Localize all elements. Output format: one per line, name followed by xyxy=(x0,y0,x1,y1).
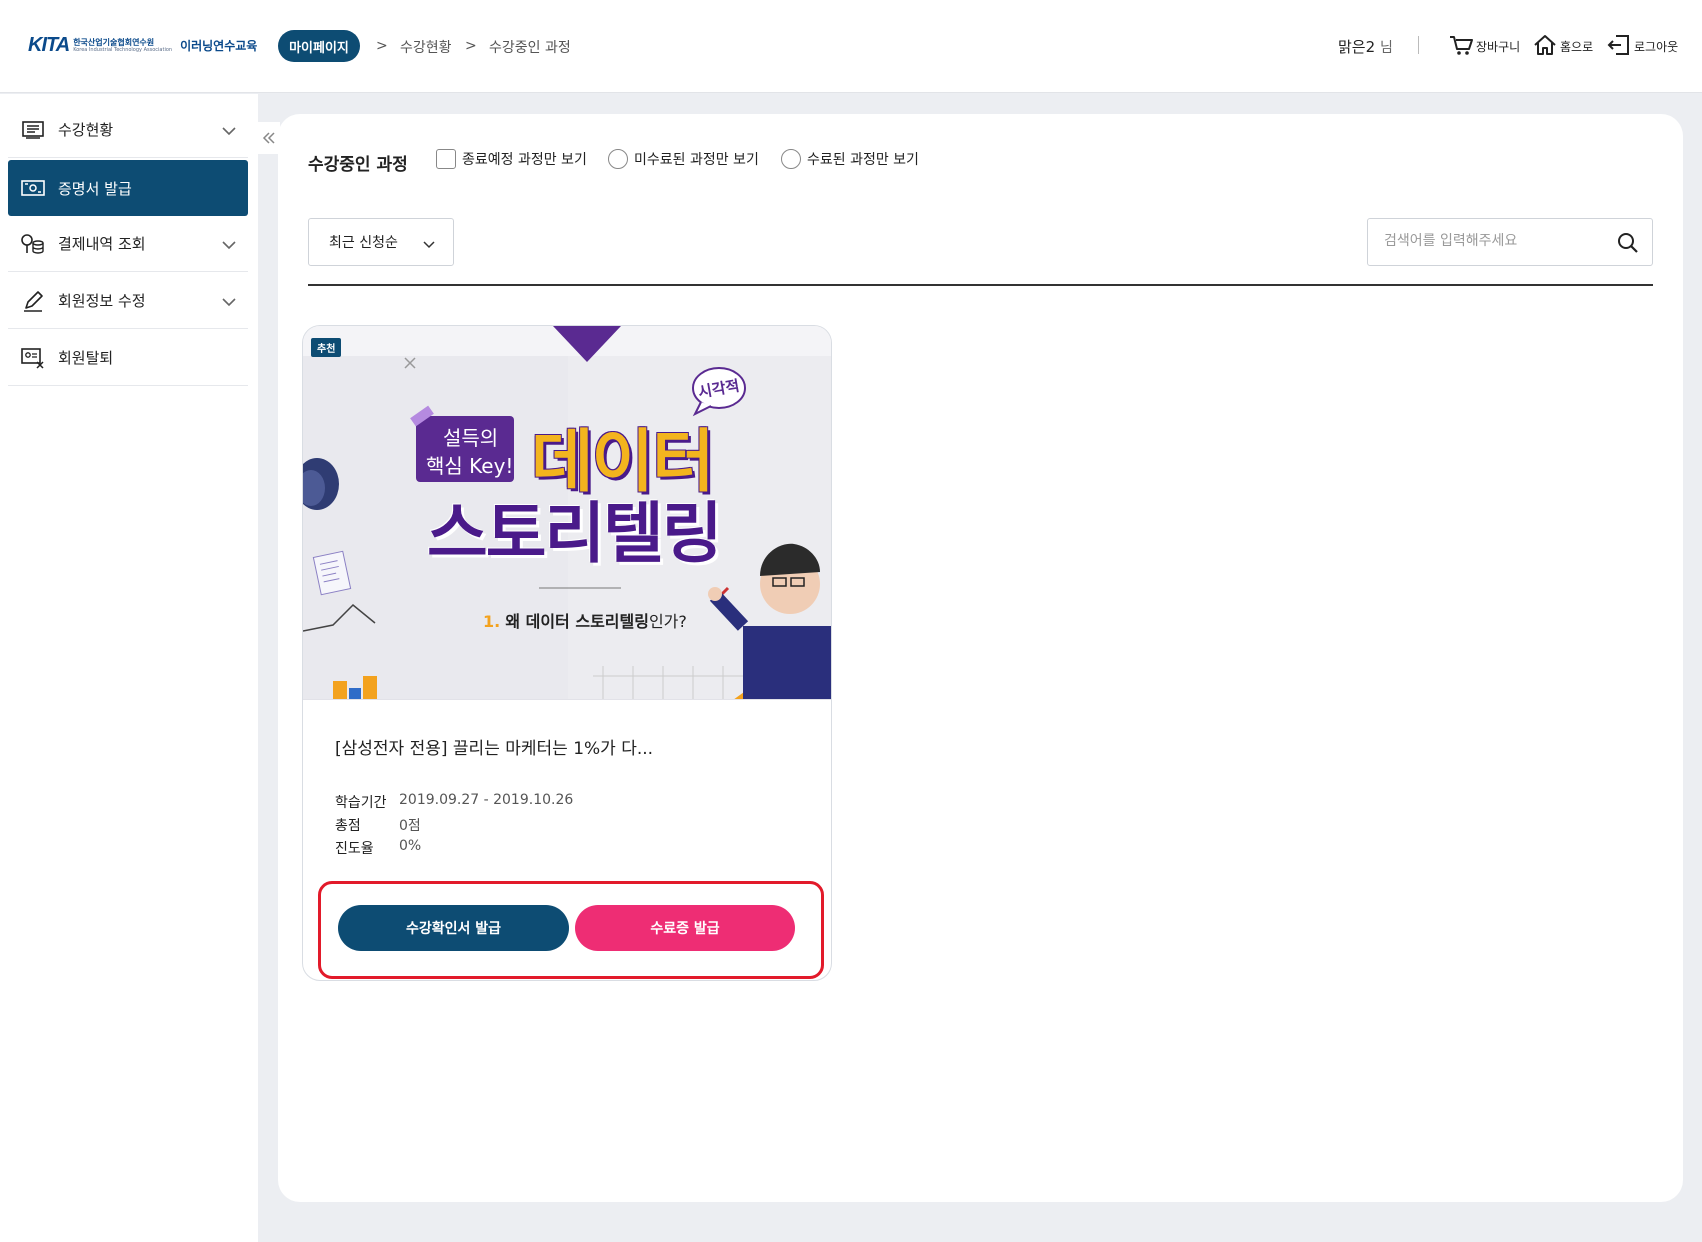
filter-ending-soon[interactable]: 종료예정 과정만 보기 xyxy=(436,149,587,169)
pencil-icon xyxy=(20,288,46,314)
info-period: 학습기간 2019.09.27 - 2019.10.26 xyxy=(335,792,573,812)
cart-label: 장바구니 xyxy=(1476,40,1521,54)
user-greeting: 맑은2 님 xyxy=(1338,36,1393,57)
breadcrumb-course-status[interactable]: 수강현황 xyxy=(400,37,452,57)
sidebar-item-label: 결제내역 조회 xyxy=(58,235,146,253)
issue-confirmation-button[interactable]: 수강확인서 발급 xyxy=(338,905,569,951)
sidebar-item-label: 회원정보 수정 xyxy=(58,292,146,310)
sidebar-item-label: 증명서 발급 xyxy=(58,179,132,198)
logout-label: 로그아웃 xyxy=(1634,40,1679,54)
double-chevron-left-icon xyxy=(262,129,276,148)
thumb-tag-line1: 설득의 xyxy=(443,426,499,450)
progress-value: 0% xyxy=(399,838,422,854)
sort-value: 최근 신청순 xyxy=(329,235,398,251)
course-list-icon xyxy=(20,117,46,143)
list-divider xyxy=(308,284,1653,286)
logo-title: 이러닝연수교육 xyxy=(180,39,258,53)
chevron-right-icon: > xyxy=(465,38,477,54)
logout-icon xyxy=(1606,32,1632,61)
cart-link[interactable]: 장바구니 xyxy=(1448,32,1520,61)
score-value: 0점 xyxy=(399,818,421,834)
recommend-badge: 추천 xyxy=(311,338,342,357)
chevron-down-icon xyxy=(222,122,236,140)
sidebar-item-label: 회원탈퇴 xyxy=(58,349,114,367)
home-link[interactable]: 홈으로 xyxy=(1532,32,1593,61)
payment-icon xyxy=(20,231,46,257)
course-title[interactable]: [삼성전자 전용] 끌리는 마케터는 1%가 다... xyxy=(335,734,653,759)
info-score: 총점 0점 xyxy=(335,815,421,835)
period-value: 2019.09.27 - 2019.10.26 xyxy=(399,792,574,808)
logo-en: Korea Industrial Technology Association xyxy=(73,46,173,53)
sidebar-item-withdraw[interactable]: 회원탈퇴 xyxy=(8,330,248,386)
logo-ko: 한국산업기술협회연수원 xyxy=(73,37,155,47)
breadcrumb-mypage[interactable]: 마이페이지 xyxy=(278,30,360,62)
chevron-down-icon xyxy=(423,237,435,253)
issue-buttons-highlight: 수강확인서 발급 수료증 발급 xyxy=(318,881,824,979)
sort-select[interactable]: 최근 신청순 xyxy=(308,218,454,266)
filter-label: 종료예정 과정만 보기 xyxy=(462,152,587,168)
breadcrumb-current: 수강중인 과정 xyxy=(489,40,571,56)
thumb-tag-line2: 핵심 Key! xyxy=(426,454,514,478)
filter-label: 수료된 과정만 보기 xyxy=(807,152,919,168)
period-label: 학습기간 xyxy=(335,795,387,811)
cart-icon xyxy=(1448,32,1474,61)
sidebar: 수강현황 증명서 발급 결제내역 조회 회원정보 수정 회원탈퇴 xyxy=(0,94,258,1242)
progress-label: 진도율 xyxy=(335,841,374,857)
filter-incomplete[interactable]: 미수료된 과정만 보기 xyxy=(608,149,759,169)
chevron-down-icon xyxy=(222,236,236,254)
search-input[interactable] xyxy=(1384,233,1604,249)
page-title: 수강중인 과정 xyxy=(308,155,408,175)
sidebar-item-payment[interactable]: 결제내역 조회 xyxy=(8,216,248,272)
thumb-subtitle-a: 왜 데이터 xyxy=(505,612,576,631)
search-icon[interactable] xyxy=(1616,231,1640,259)
site-logo[interactable]: KITA 한국산업기술협회연수원 Korea Industrial Techno… xyxy=(28,34,257,57)
home-label: 홈으로 xyxy=(1560,40,1594,54)
info-progress: 진도율 0% xyxy=(335,838,421,858)
home-icon xyxy=(1532,32,1558,61)
logout-link[interactable]: 로그아웃 xyxy=(1606,32,1678,61)
user-name: 맑은2 xyxy=(1338,38,1376,56)
sidebar-item-member-edit[interactable]: 회원정보 수정 xyxy=(8,273,248,329)
chevron-right-icon: > xyxy=(376,38,388,54)
completed-radio[interactable] xyxy=(781,149,801,169)
certificate-icon xyxy=(20,175,46,201)
course-thumbnail[interactable]: 시각적 설득의 핵심 Key! 데이터 스토리텔링 1. 왜 데이터 스토리텔링… xyxy=(303,326,831,700)
issue-certificate-button[interactable]: 수료증 발급 xyxy=(575,905,795,951)
incomplete-radio[interactable] xyxy=(608,149,628,169)
thumb-headline-2: 스토리텔링 xyxy=(427,495,723,572)
user-suffix: 님 xyxy=(1379,40,1393,56)
main-panel: 수강중인 과정 종료예정 과정만 보기 미수료된 과정만 보기 수료된 과정만 … xyxy=(278,114,1683,1202)
thumb-subtitle-c: 인가? xyxy=(648,612,687,631)
id-card-icon xyxy=(20,345,46,371)
score-label: 총점 xyxy=(335,818,361,834)
search-box xyxy=(1367,218,1653,266)
logo-subtitle: 한국산업기술협회연수원 Korea Industrial Technology … xyxy=(73,37,173,53)
course-card[interactable]: 시각적 설득의 핵심 Key! 데이터 스토리텔링 1. 왜 데이터 스토리텔링… xyxy=(302,325,832,981)
sidebar-item-label: 수강현황 xyxy=(58,121,114,139)
thumb-subtitle: 1. 왜 데이터 스토리텔링인가? xyxy=(483,608,687,632)
thumb-subtitle-b: 스토리텔링 xyxy=(575,612,649,631)
sidebar-item-course-status[interactable]: 수강현황 xyxy=(8,102,248,158)
filter-completed[interactable]: 수료된 과정만 보기 xyxy=(781,149,919,169)
sidebar-item-certificate[interactable]: 증명서 발급 xyxy=(8,160,248,216)
ending-soon-checkbox[interactable] xyxy=(436,149,456,169)
logo-mark: KITA xyxy=(28,34,70,56)
header-divider xyxy=(1418,36,1419,54)
top-header: KITA 한국산업기술협회연수원 Korea Industrial Techno… xyxy=(0,0,1702,93)
thumb-subtitle-num: 1. xyxy=(483,612,501,631)
chevron-down-icon xyxy=(222,293,236,311)
filter-label: 미수료된 과정만 보기 xyxy=(634,152,759,168)
sidebar-collapse-button[interactable] xyxy=(258,122,280,154)
